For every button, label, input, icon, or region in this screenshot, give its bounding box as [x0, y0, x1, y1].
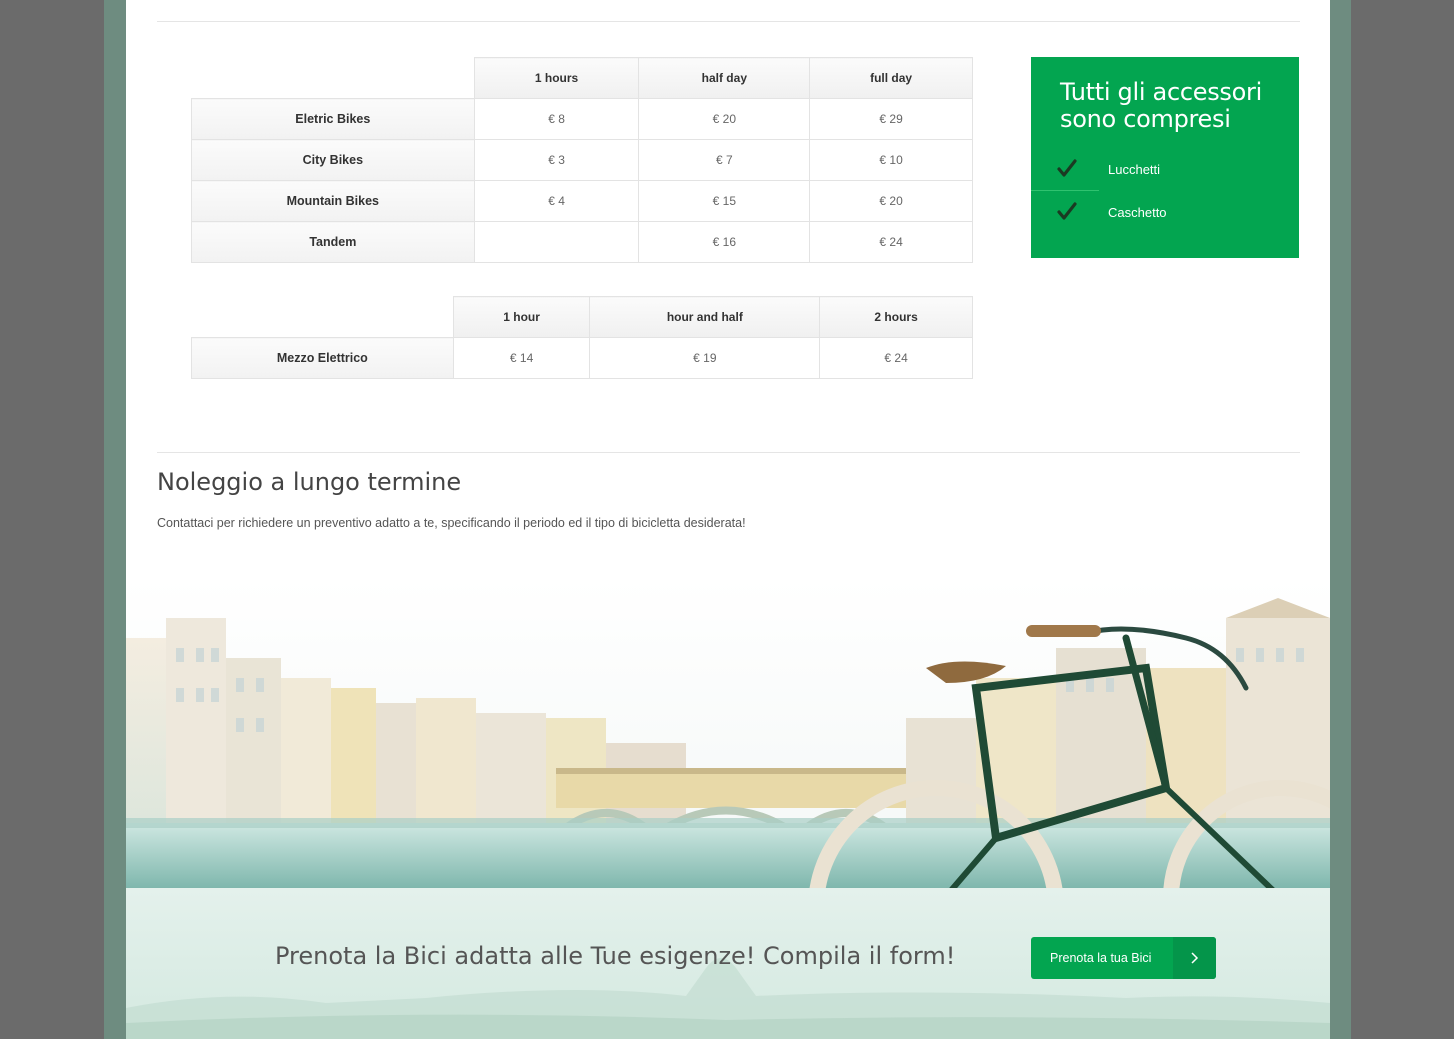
price-cell: € 16	[638, 221, 811, 263]
price-cell: € 4	[473, 180, 640, 222]
accessory-item: Lucchetti	[1031, 149, 1299, 191]
table-header-row: 1 hour hour and half 2 hours	[192, 296, 973, 338]
row-label: City Bikes	[191, 139, 475, 181]
accessory-label: Caschetto	[1108, 205, 1167, 220]
accessory-item: Caschetto	[1031, 192, 1299, 234]
accessories-title: Tutti gli accessori sono compresi	[1060, 78, 1262, 133]
call-to-action-banner: Prenota la Bici adatta alle Tue esigenze…	[126, 888, 1330, 1039]
table-row: Eletric Bikes € 8 € 20 € 29	[191, 98, 973, 140]
price-cell: € 20	[809, 180, 973, 222]
accessory-label: Lucchetti	[1108, 162, 1161, 177]
table-header-row: 1 hours half day full day	[192, 57, 973, 99]
accessories-box: Tutti gli accessori sono compresi Lucche…	[1031, 57, 1299, 258]
divider	[157, 21, 1300, 22]
column-header: 2 hours	[819, 296, 973, 338]
column-header: full day	[809, 57, 973, 99]
price-cell: € 10	[809, 139, 973, 181]
price-cell: € 19	[589, 337, 821, 379]
price-cell: € 14	[452, 337, 591, 379]
section-text: Contattaci per richiedere un preventivo …	[157, 516, 746, 530]
price-cell: € 15	[638, 180, 811, 222]
price-cell: € 20	[638, 98, 811, 140]
florence-bicycle-illustration	[126, 578, 1330, 888]
pricing-table: 1 hours half day full day Eletric Bikes …	[191, 57, 973, 263]
cta-message: Prenota la Bici adatta alle Tue esigenze…	[275, 942, 956, 970]
price-cell: € 8	[473, 98, 640, 140]
price-cell	[473, 221, 640, 263]
price-cell: € 3	[473, 139, 640, 181]
price-cell: € 24	[809, 221, 973, 263]
table-row: Mountain Bikes € 4 € 15 € 20	[191, 180, 973, 222]
chevron-right-icon	[1191, 952, 1199, 964]
table-row: Tandem € 16 € 24	[191, 221, 973, 263]
book-bike-button[interactable]: Prenota la tua Bici	[1031, 937, 1216, 979]
divider	[157, 452, 1300, 453]
header-blank-cell	[192, 297, 454, 338]
price-cell: € 29	[809, 98, 973, 140]
column-header: hour and half	[589, 296, 821, 338]
column-header: 1 hours	[473, 57, 640, 99]
electric-pricing-table: 1 hour hour and half 2 hours Mezzo Elett…	[191, 296, 973, 379]
divider	[1031, 190, 1099, 191]
table-row: City Bikes € 3 € 7 € 10	[191, 139, 973, 181]
checkmark-icon	[1057, 159, 1077, 177]
button-label: Prenota la tua Bici	[1050, 951, 1152, 965]
column-header: 1 hour	[452, 296, 591, 338]
row-label: Eletric Bikes	[191, 98, 475, 140]
row-label: Tandem	[191, 221, 475, 263]
section-title: Noleggio a lungo termine	[157, 468, 462, 496]
row-label: Mountain Bikes	[191, 180, 475, 222]
row-label: Mezzo Elettrico	[191, 337, 454, 379]
table-row: Mezzo Elettrico € 14 € 19 € 24	[191, 337, 973, 379]
checkmark-icon	[1057, 202, 1077, 220]
hero-image	[126, 578, 1330, 888]
header-blank-cell	[192, 58, 475, 99]
button-arrow-area	[1173, 937, 1216, 979]
price-cell: € 24	[819, 337, 973, 379]
price-cell: € 7	[638, 139, 811, 181]
column-header: half day	[638, 57, 811, 99]
